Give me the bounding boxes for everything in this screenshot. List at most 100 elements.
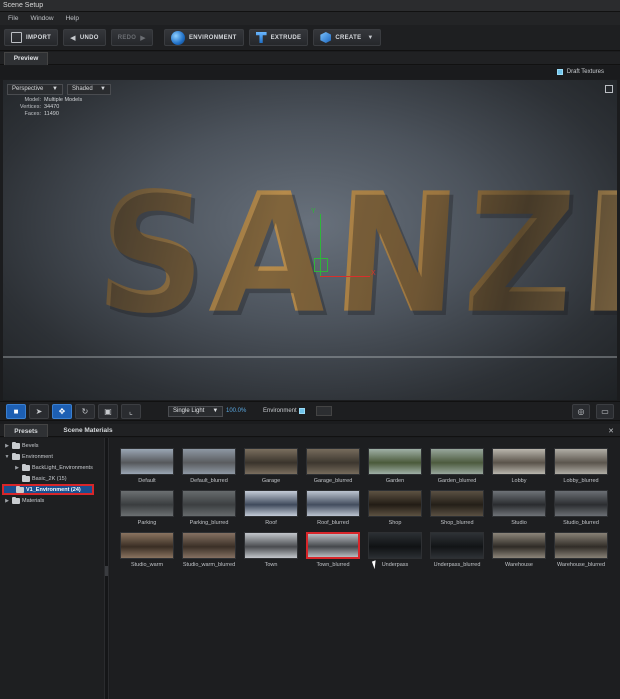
- light-intensity[interactable]: 100.0%: [226, 408, 246, 414]
- shading-dropdown[interactable]: Shaded ▼: [67, 84, 111, 95]
- environment-thumbnail[interactable]: [430, 532, 484, 559]
- preview-tab-row: Preview: [0, 52, 620, 65]
- environment-label: Roof: [265, 520, 277, 526]
- environment-preset-8[interactable]: Lobby_blurred: [550, 448, 612, 488]
- tree-item-backlight-environments[interactable]: ▶ BackLight_Environments: [14, 463, 93, 473]
- environment-preset-4[interactable]: Garage_blurred: [302, 448, 364, 488]
- environment-thumbnail[interactable]: [554, 448, 608, 475]
- 3d-viewport[interactable]: Perspective ▼ Shaded ▼ Model: Multiple Mo…: [3, 80, 617, 400]
- environment-thumbnail[interactable]: [120, 448, 174, 475]
- environment-thumbnail[interactable]: [182, 448, 236, 475]
- projection-dropdown[interactable]: Perspective ▼: [7, 84, 63, 95]
- environment-preset-9[interactable]: Parking: [116, 490, 178, 530]
- tab-scene-materials[interactable]: Scene Materials: [56, 424, 120, 437]
- menu-help[interactable]: Help: [66, 15, 79, 22]
- draft-textures-toggle[interactable]: Draft Textures: [556, 69, 604, 75]
- menu-file[interactable]: File: [8, 15, 18, 22]
- environment-preset-24[interactable]: Warehouse_blurred: [550, 532, 612, 572]
- maximize-icon[interactable]: [605, 85, 613, 93]
- environment-preset-14[interactable]: Shop_blurred: [426, 490, 488, 530]
- environment-label: Roof_blurred: [317, 520, 349, 526]
- environment-thumbnail[interactable]: [182, 490, 236, 517]
- environment-preset-7[interactable]: Lobby: [488, 448, 550, 488]
- select-tool-button[interactable]: ➤: [29, 403, 49, 419]
- expand-triangle-icon[interactable]: ▶: [4, 443, 10, 449]
- environment-label: Lobby: [511, 478, 527, 484]
- camera-tool-button[interactable]: ■: [6, 403, 26, 419]
- environment-preset-6[interactable]: Garden_blurred: [426, 448, 488, 488]
- close-icon[interactable]: ✕: [608, 427, 614, 435]
- environment-thumbnail[interactable]: [306, 532, 360, 559]
- collapse-triangle-icon[interactable]: ▼: [4, 454, 10, 460]
- environment-thumbnail[interactable]: [120, 490, 174, 517]
- tree-item-environment[interactable]: ▼ Environment: [4, 452, 53, 462]
- pivot-tool-button[interactable]: ⌞: [121, 403, 141, 419]
- environment-thumbnail[interactable]: [492, 490, 546, 517]
- environment-checkbox[interactable]: [299, 408, 305, 414]
- environment-thumbnail[interactable]: [368, 532, 422, 559]
- tab-presets[interactable]: Presets: [4, 424, 48, 437]
- environment-preset-23[interactable]: Warehouse: [488, 532, 550, 572]
- environment-thumbnail[interactable]: [430, 490, 484, 517]
- environment-thumbnail[interactable]: [244, 490, 298, 517]
- splitter-grip[interactable]: [105, 566, 108, 576]
- environment-thumbnail[interactable]: [430, 448, 484, 475]
- gizmo-x-axis[interactable]: [320, 276, 370, 277]
- environment-preset-19[interactable]: Town: [240, 532, 302, 572]
- display-button[interactable]: ▭: [596, 404, 614, 419]
- environment-thumbnail[interactable]: [492, 448, 546, 475]
- environment-preset-17[interactable]: Studio_warm: [116, 532, 178, 572]
- environment-preset-18[interactable]: Studio_warm_blurred: [178, 532, 240, 572]
- environment-thumbnail[interactable]: [554, 490, 608, 517]
- tree-item-materials[interactable]: ▶ Materials: [4, 496, 44, 506]
- environment-label: Warehouse: [505, 562, 533, 568]
- extrude-button[interactable]: EXTRUDE: [248, 29, 309, 46]
- environment-preset-20[interactable]: Town_blurred: [302, 532, 364, 572]
- environment-preset-15[interactable]: Studio: [488, 490, 550, 530]
- panel-splitter[interactable]: [104, 438, 109, 699]
- undo-button[interactable]: ◀ UNDO: [63, 29, 106, 46]
- scale-icon: ▣: [104, 406, 112, 416]
- menu-window[interactable]: Window: [30, 15, 53, 22]
- environment-preset-3[interactable]: Garage: [240, 448, 302, 488]
- draft-textures-checkbox[interactable]: [556, 69, 563, 75]
- scale-tool-button[interactable]: ▣: [98, 403, 118, 419]
- expand-triangle-icon[interactable]: ▶: [4, 498, 10, 504]
- light-dropdown[interactable]: Single Light ▼: [168, 406, 224, 417]
- environment-thumbnail[interactable]: [182, 532, 236, 559]
- tree-item-v1-environment[interactable]: V1_Environment (24): [2, 484, 94, 495]
- move-tool-button[interactable]: ✥: [52, 403, 72, 419]
- tree-item-bevels[interactable]: ▶ Bevels: [4, 441, 39, 451]
- environment-thumbnail[interactable]: [306, 448, 360, 475]
- environment-preset-2[interactable]: Default_blurred: [178, 448, 240, 488]
- environment-color-swatch[interactable]: [316, 406, 332, 416]
- environment-thumbnail[interactable]: [244, 448, 298, 475]
- environment-preset-13[interactable]: Shop: [364, 490, 426, 530]
- environment-preset-22[interactable]: Underpass_blurred: [426, 532, 488, 572]
- rotate-tool-button[interactable]: ↻: [75, 403, 95, 419]
- projection-value: Perspective: [12, 86, 44, 92]
- create-button[interactable]: CREATE ▼: [313, 29, 381, 46]
- environment-preset-12[interactable]: Roof_blurred: [302, 490, 364, 530]
- environment-thumbnail[interactable]: [368, 490, 422, 517]
- environment-preset-11[interactable]: Roof: [240, 490, 302, 530]
- environment-preset-10[interactable]: Parking_blurred: [178, 490, 240, 530]
- snapshot-button[interactable]: ◎: [572, 404, 590, 419]
- environment-thumbnail[interactable]: [244, 532, 298, 559]
- import-button[interactable]: IMPORT: [4, 29, 59, 46]
- gizmo-plane-handle[interactable]: [314, 258, 328, 272]
- environment-thumbnail[interactable]: [368, 448, 422, 475]
- environment-button[interactable]: ENVIRONMENT: [163, 29, 244, 46]
- expand-triangle-icon[interactable]: ▶: [14, 465, 20, 471]
- redo-button[interactable]: REDO ▶: [110, 29, 153, 46]
- environment-preset-5[interactable]: Garden: [364, 448, 426, 488]
- environment-thumbnail[interactable]: [554, 532, 608, 559]
- environment-thumbnail[interactable]: [492, 532, 546, 559]
- environment-thumbnail[interactable]: [306, 490, 360, 517]
- scene-3d-text[interactable]: SANZE: [92, 159, 617, 350]
- environment-thumbnail[interactable]: [120, 532, 174, 559]
- environment-preset-16[interactable]: Studio_blurred: [550, 490, 612, 530]
- tab-preview[interactable]: Preview: [4, 52, 48, 65]
- tree-item-basic-2k[interactable]: Basic_2K (15): [14, 474, 67, 484]
- environment-preset-1[interactable]: Default: [116, 448, 178, 488]
